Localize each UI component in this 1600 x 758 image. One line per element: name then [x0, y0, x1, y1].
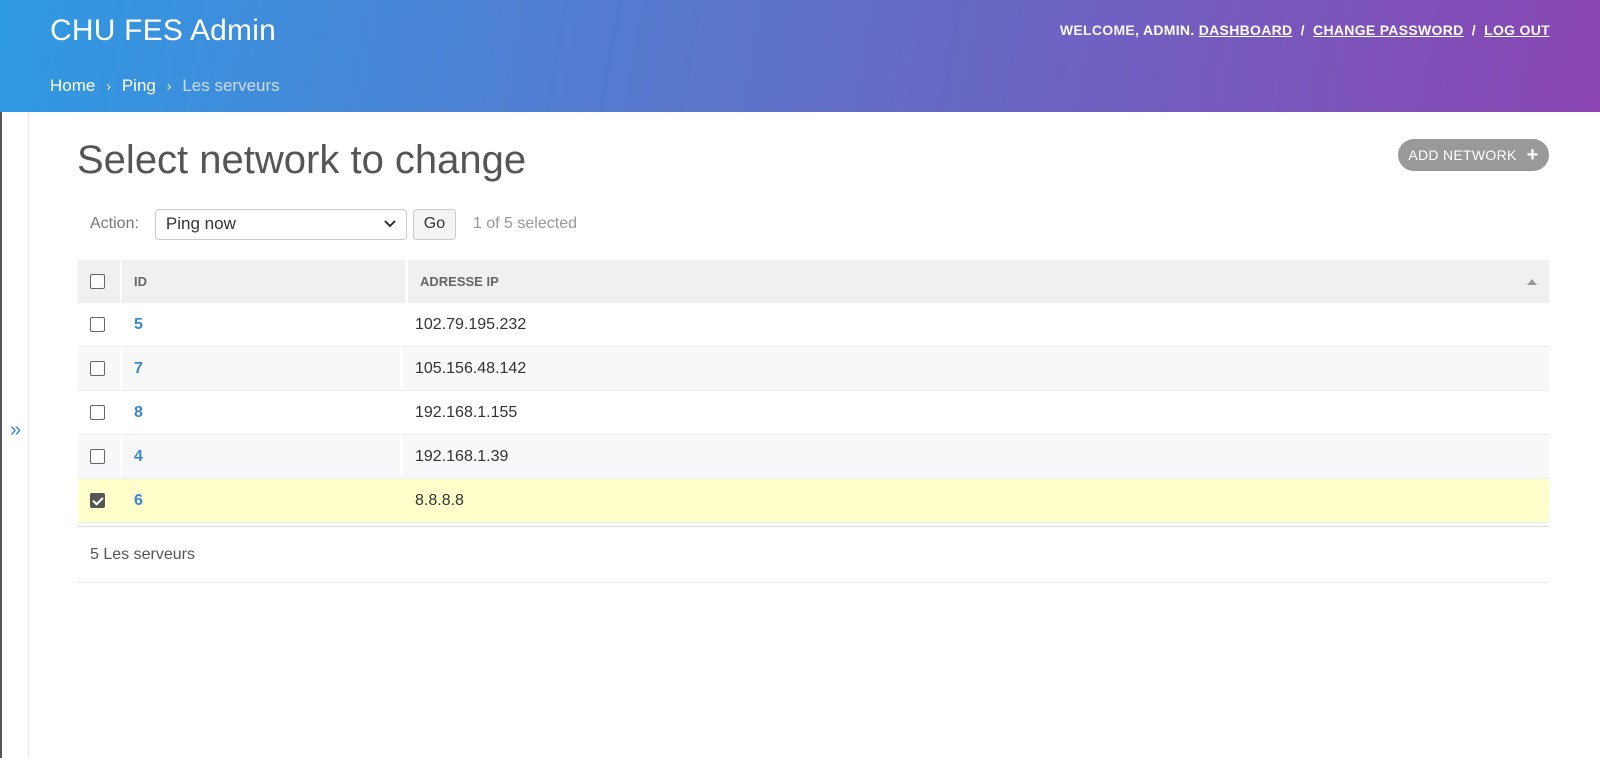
- row-ip: 105.156.48.142: [415, 359, 527, 377]
- row-checkbox-checked[interactable]: [90, 493, 105, 508]
- table-row-selected: 6 8.8.8.8: [78, 479, 1549, 523]
- row-checkbox[interactable]: [90, 361, 105, 376]
- column-header-ip[interactable]: ADRESSE IP: [408, 260, 1549, 303]
- select-all-header: [78, 260, 120, 303]
- action-select-value: Ping now: [165, 214, 236, 233]
- paginator: 5 Les serveurs: [78, 526, 1549, 583]
- table-row: 5 102.79.195.232: [78, 303, 1549, 347]
- dashboard-link[interactable]: DASHBOARD: [1199, 22, 1293, 38]
- row-checkbox[interactable]: [90, 449, 105, 464]
- breadcrumb-current: Les serveurs: [182, 76, 280, 95]
- page-title: Select network to change: [77, 138, 527, 182]
- row-id-link[interactable]: 7: [134, 360, 143, 378]
- row-id-link[interactable]: 4: [134, 448, 143, 466]
- row-checkbox[interactable]: [90, 317, 105, 332]
- breadcrumb-app[interactable]: Ping: [122, 76, 156, 95]
- link-separator: /: [1300, 22, 1305, 38]
- table-header: ID ADRESSE IP: [78, 260, 1549, 303]
- go-button[interactable]: Go: [412, 208, 456, 240]
- row-ip: 102.79.195.232: [415, 315, 527, 333]
- results-table: ID ADRESSE IP 5 102.79.195.232 7 105.156…: [78, 260, 1549, 523]
- row-id-link[interactable]: 5: [134, 316, 143, 334]
- chevron-double-right-icon[interactable]: »: [10, 420, 21, 440]
- welcome-text: WELCOME,: [1059, 22, 1140, 38]
- breadcrumb-separator: ›: [106, 78, 112, 95]
- select-all-checkbox[interactable]: [90, 274, 105, 289]
- table-row: 7 105.156.48.142: [78, 347, 1549, 391]
- username: ADMIN: [1142, 22, 1191, 38]
- chevron-down-icon: [384, 217, 396, 231]
- row-ip: 192.168.1.155: [415, 403, 518, 421]
- column-header-id[interactable]: ID: [122, 260, 405, 303]
- plus-icon: +: [1526, 144, 1539, 166]
- action-select[interactable]: Ping now: [154, 208, 407, 240]
- logout-link[interactable]: LOG OUT: [1484, 22, 1550, 38]
- site-brand[interactable]: CHU FES Admin: [50, 14, 276, 48]
- table-row: 8 192.168.1.155: [78, 391, 1549, 435]
- add-network-label: ADD NETWORK: [1408, 147, 1517, 163]
- change-password-link[interactable]: CHANGE PASSWORD: [1313, 22, 1463, 38]
- action-label: Action:: [90, 215, 139, 232]
- row-ip: 8.8.8.8: [415, 491, 464, 509]
- row-id-link[interactable]: 8: [134, 404, 143, 422]
- breadcrumb: Home › Ping › Les serveurs: [50, 76, 280, 96]
- actions-bar: Action: Ping now Go 1 of 5 selected: [90, 206, 577, 242]
- add-network-button[interactable]: ADD NETWORK +: [1398, 139, 1549, 171]
- row-checkbox[interactable]: [90, 405, 105, 420]
- table-row: 4 192.168.1.39: [78, 435, 1549, 479]
- header: CHU FES Admin WELCOME, ADMIN. DASHBOARD …: [0, 0, 1600, 112]
- user-tools: WELCOME, ADMIN. DASHBOARD / CHANGE PASSW…: [1059, 22, 1550, 38]
- sidebar-toggle-strip[interactable]: »: [0, 112, 29, 758]
- breadcrumb-separator: ›: [166, 78, 172, 95]
- selection-counter: 1 of 5 selected: [472, 215, 577, 232]
- row-id-link[interactable]: 6: [134, 492, 143, 510]
- row-ip: 192.168.1.39: [415, 447, 509, 465]
- column-header-ip-label: ADRESSE IP: [420, 274, 499, 289]
- sort-ascending-icon[interactable]: [1527, 279, 1537, 285]
- breadcrumb-home[interactable]: Home: [50, 76, 95, 95]
- link-separator: /: [1471, 22, 1476, 38]
